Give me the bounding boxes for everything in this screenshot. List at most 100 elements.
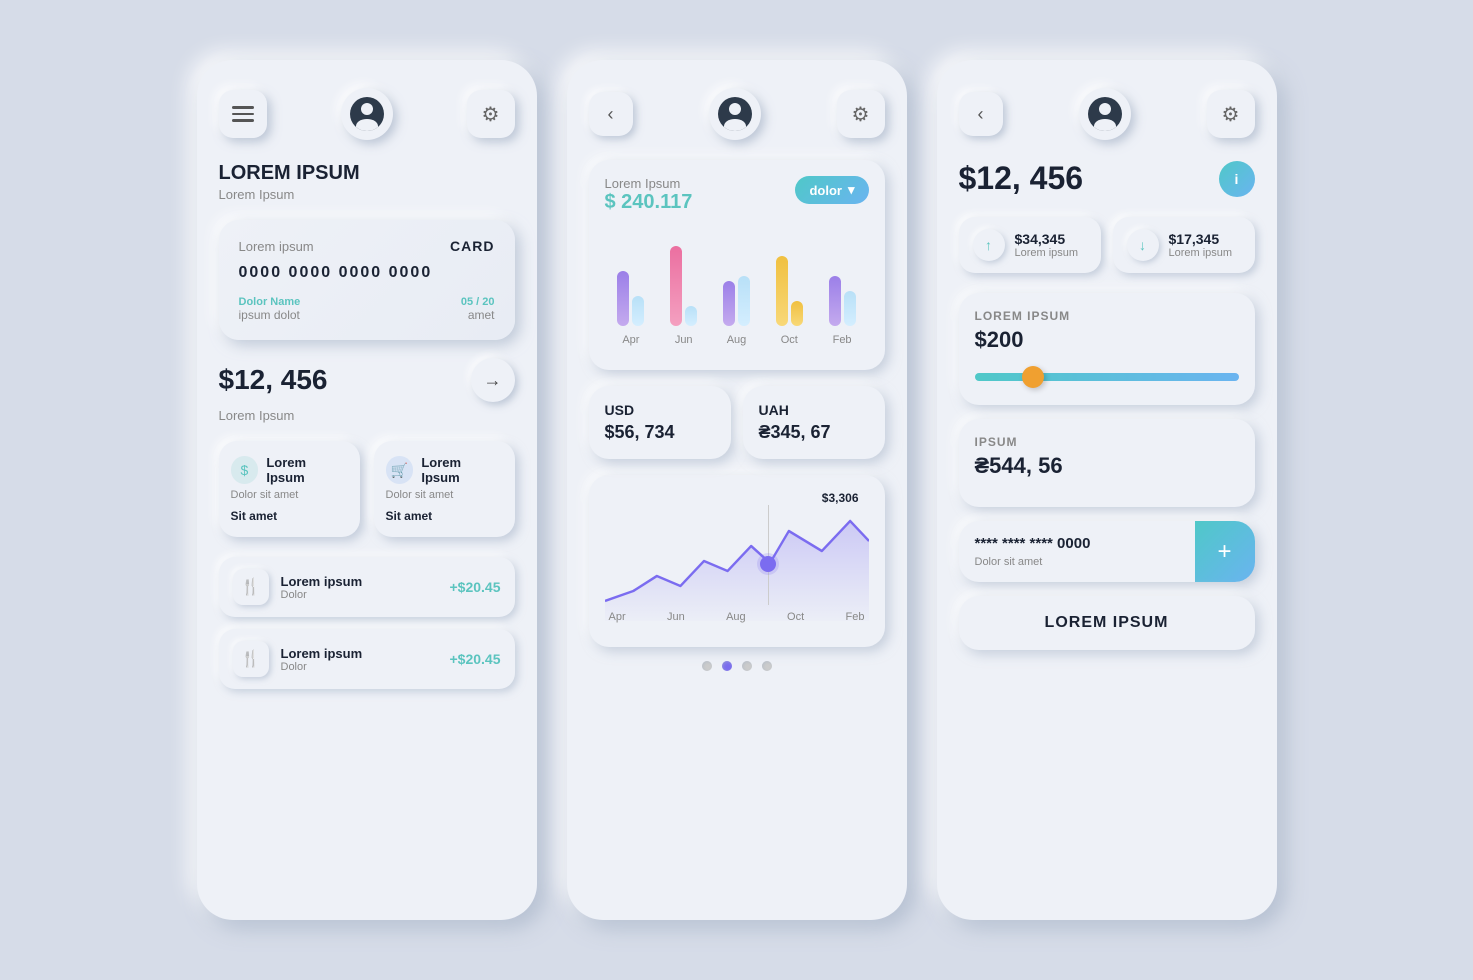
dropdown-label: dolor: [809, 183, 842, 198]
currency-row: USD $56, 734 UAH ₴345, 67: [589, 386, 885, 459]
menu-button[interactable]: [219, 90, 267, 138]
balance-amount-3: $12, 456: [959, 160, 1084, 197]
bar-label-aug: Aug: [727, 334, 747, 346]
card-number-masked: **** **** **** 0000: [975, 535, 1179, 552]
chart-label: Lorem Ipsum: [605, 176, 693, 191]
info-icon: i: [1235, 171, 1239, 187]
quick-action-item-0[interactable]: $ Lorem Ipsum Dolor sit amet Sit amet: [219, 441, 360, 537]
bar-chart: Apr Jun Aug: [605, 226, 869, 346]
cart-icon: 🛒: [386, 456, 414, 484]
bar-group-jun: Jun: [664, 226, 704, 346]
stats-row: ↑ $34,345 Lorem ipsum ↓ $17,345 Lorem ip…: [959, 217, 1255, 273]
currency-usd-name: USD: [605, 402, 715, 418]
tx-info-1: Lorem ipsum Dolor: [281, 646, 438, 673]
lorem-section-amount: $200: [975, 327, 1239, 353]
dropdown-button[interactable]: dolor ▾: [795, 176, 868, 204]
add-card-button[interactable]: +: [1195, 521, 1255, 582]
bar-feb-top: [829, 276, 841, 326]
tx-title-1: Lorem ipsum: [281, 646, 438, 661]
back-button[interactable]: ‹: [589, 92, 633, 136]
avatar-2: [709, 88, 761, 140]
transaction-list: 🍴 Lorem ipsum Dolor +$20.45 🍴 Lorem ipsu…: [219, 557, 515, 689]
bar-label-oct: Oct: [781, 334, 798, 346]
up-arrow-icon: ↑: [973, 229, 1005, 261]
balance-row: $12, 456 →: [219, 358, 515, 402]
stat-amount-down: $17,345: [1169, 231, 1233, 247]
quick-actions: $ Lorem Ipsum Dolor sit amet Sit amet 🛒 …: [219, 441, 515, 537]
card-input-row: **** **** **** 0000 Dolor sit amet +: [959, 521, 1255, 582]
quick-sub-0: Dolor sit amet: [231, 489, 348, 501]
card-exp-label: 05 / 20: [461, 296, 495, 308]
x-label-jun: Jun: [667, 611, 685, 623]
slider[interactable]: [975, 365, 1239, 389]
ipsum-section-amount: ₴544, 56: [975, 453, 1239, 479]
tx-info-0: Lorem ipsum Dolor: [281, 574, 438, 601]
currency-usd: USD $56, 734: [589, 386, 731, 459]
tx-sub-1: Dolor: [281, 661, 438, 673]
avatar: [341, 88, 393, 140]
card-type: CARD: [450, 238, 494, 254]
bar-group-apr: Apr: [611, 226, 651, 346]
dot-1[interactable]: [722, 661, 732, 671]
dot-0[interactable]: [702, 661, 712, 671]
currency-uah-name: UAH: [759, 402, 869, 418]
bar-label-jun: Jun: [675, 334, 693, 346]
bar-aug-bottom: [738, 276, 750, 326]
dot-3[interactable]: [762, 661, 772, 671]
plus-icon: +: [1217, 538, 1231, 566]
bar-label-apr: Apr: [622, 334, 639, 346]
slider-thumb[interactable]: [1022, 366, 1044, 388]
back-button-3[interactable]: ‹: [959, 92, 1003, 136]
transaction-item-1[interactable]: 🍴 Lorem ipsum Dolor +$20.45: [219, 629, 515, 689]
bar-group-feb: Feb: [822, 226, 862, 346]
quick-action-label-0: Sit amet: [231, 509, 348, 523]
gear-icon: ⚙: [482, 102, 500, 127]
card-exp-value: amet: [461, 308, 495, 322]
stat-amount-up: $34,345: [1015, 231, 1079, 247]
settings-button-3[interactable]: ⚙: [1207, 90, 1255, 138]
balance-amount: $12, 456: [219, 364, 328, 396]
greeting: LOREM IPSUM Lorem Ipsum: [219, 162, 515, 202]
card-name-value: ipsum dolot: [239, 308, 301, 322]
bar-oct-bottom: [791, 301, 803, 326]
line-chart-vertical-line: [768, 505, 769, 605]
bar-chart-card: Lorem Ipsum $ 240.117 dolor ▾ Apr: [589, 160, 885, 370]
pagination-dots: [589, 661, 885, 671]
dropdown-arrow-icon: ▾: [848, 182, 855, 198]
bar-label-feb: Feb: [833, 334, 852, 346]
x-label-feb: Feb: [846, 611, 865, 623]
quick-action-label-1: Sit amet: [386, 509, 503, 523]
bar-jun-top: [670, 246, 682, 326]
balance-arrow-button[interactable]: →: [471, 358, 515, 402]
tx-title-0: Lorem ipsum: [281, 574, 438, 589]
submit-button[interactable]: LOREM IPSUM: [959, 596, 1255, 650]
bank-card: Lorem ipsum CARD 0000 0000 0000 0000 Dol…: [219, 220, 515, 340]
stat-card-down: ↓ $17,345 Lorem ipsum: [1113, 217, 1255, 273]
info-button[interactable]: i: [1219, 161, 1255, 197]
avatar-icon: [350, 97, 384, 131]
transaction-item-0[interactable]: 🍴 Lorem ipsum Dolor +$20.45: [219, 557, 515, 617]
card-input-subtitle: Dolor sit amet: [975, 556, 1179, 568]
currency-uah: UAH ₴345, 67: [743, 386, 885, 459]
quick-title-1: Lorem Ipsum: [421, 455, 502, 485]
bar-apr-bottom: [632, 296, 644, 326]
chart-amount: $ 240.117: [605, 191, 693, 214]
tx-amount-0: +$20.45: [450, 579, 501, 595]
quick-action-item-1[interactable]: 🛒 Lorem Ipsum Dolor sit amet Sit amet: [374, 441, 515, 537]
card-name-label: Dolor Name: [239, 296, 301, 308]
stat-card-up: ↑ $34,345 Lorem ipsum: [959, 217, 1101, 273]
settings-button[interactable]: ⚙: [467, 90, 515, 138]
currency-usd-amount: $56, 734: [605, 422, 715, 443]
greeting-title: LOREM IPSUM: [219, 162, 515, 185]
bar-group-oct: Oct: [769, 226, 809, 346]
dot-2[interactable]: [742, 661, 752, 671]
stat-label-down: Lorem ipsum: [1169, 247, 1233, 259]
tx-amount-1: +$20.45: [450, 651, 501, 667]
x-label-aug: Aug: [726, 611, 746, 623]
down-arrow-icon: ↓: [1127, 229, 1159, 261]
hamburger-icon: [232, 106, 254, 122]
dollar-icon: $: [231, 456, 259, 484]
screen2-header: ‹ ⚙: [589, 88, 885, 140]
restaurant-icon-2: 🍴: [233, 641, 269, 677]
settings-button-2[interactable]: ⚙: [837, 90, 885, 138]
